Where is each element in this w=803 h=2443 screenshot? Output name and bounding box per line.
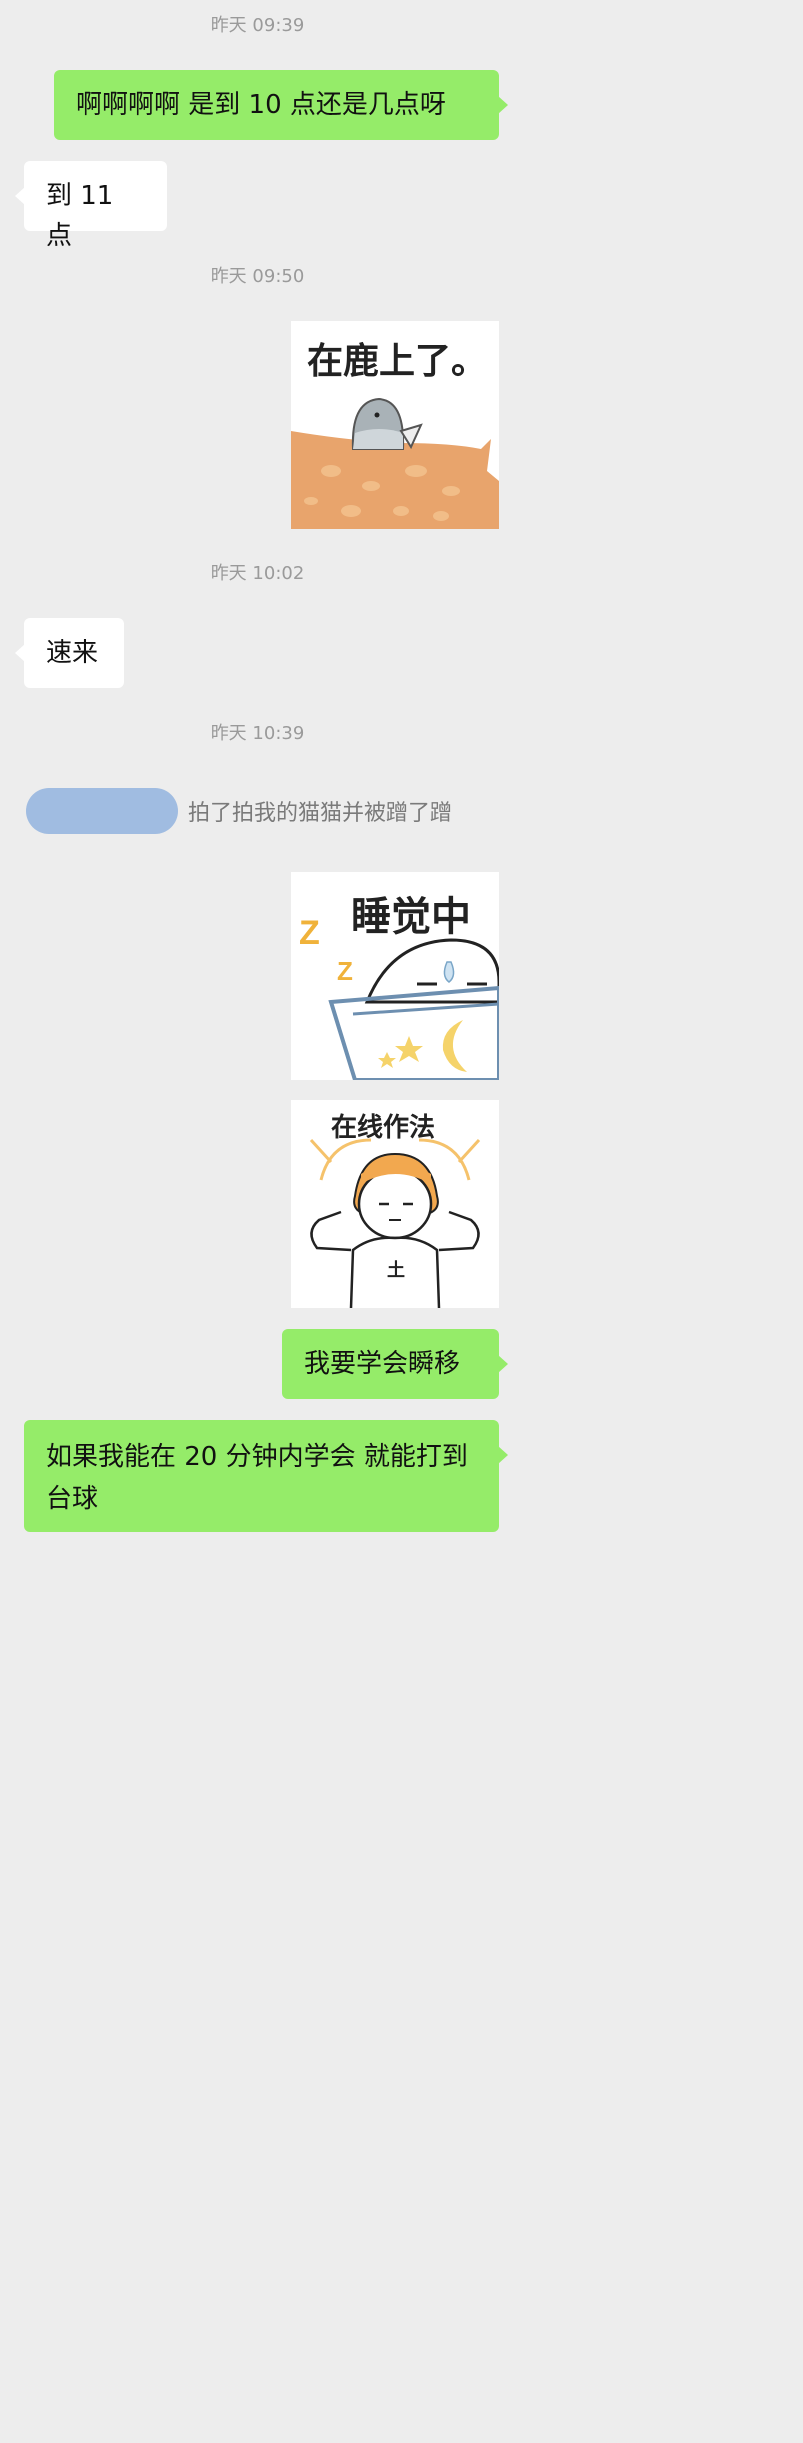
sticker-sleeping[interactable]: 睡觉中 Z Z [291,872,499,1080]
message-bubble-other[interactable]: 到 11 点 [15,161,167,251]
redacted-name [26,788,178,834]
sticker-online-magic-image: 在线作法 土 [291,1100,499,1308]
sticker-bird-on-deer-image: 在鹿上了。 [291,321,499,529]
bubble-tail [498,96,508,114]
svg-text:土: 土 [387,1260,405,1280]
message-bubble-self[interactable]: 我要学会瞬移 [282,1329,508,1399]
message-bubble-self[interactable]: 如果我能在 20 分钟内学会 就能打到台球 [24,1420,508,1532]
sticker-caption: 在线作法 [331,1112,435,1142]
bubble-tail [15,187,25,205]
zzz-decoration: Z [337,956,353,986]
message-text: 啊啊啊啊 是到 10 点还是几点呀 [76,90,446,120]
bubble-tail [498,1355,508,1373]
sticker-caption: 睡觉中 [351,895,471,939]
message-text: 速来 [46,638,99,668]
sticker-bird-on-deer[interactable]: 在鹿上了。 [291,321,499,529]
timestamp: 昨天 09:50 [210,266,305,287]
message-text: 如果我能在 20 分钟内学会 就能打到台球 [46,1442,468,1514]
message-bubble-self[interactable]: 啊啊啊啊 是到 10 点还是几点呀 [54,70,508,140]
bubble-tail [15,644,25,662]
system-pat-notice: 拍了拍我的猫猫并被蹭了蹭 [26,786,506,836]
message-text: 到 11 点 [46,181,114,251]
sticker-sleeping-image: 睡觉中 Z Z [291,872,499,1080]
pat-text: 拍了拍我的猫猫并被蹭了蹭 [188,801,453,826]
sticker-online-magic[interactable]: 在线作法 土 [291,1100,499,1308]
bubble-tail [498,1446,508,1464]
message-text: 我要学会瞬移 [304,1349,461,1379]
sticker-caption: 在鹿上了。 [307,340,487,381]
timestamp: 昨天 10:02 [210,563,305,584]
zzz-decoration: Z [299,914,320,952]
message-bubble-other[interactable]: 速来 [15,618,124,688]
timestamp: 昨天 10:39 [210,723,305,744]
timestamp: 昨天 09:39 [210,15,305,36]
